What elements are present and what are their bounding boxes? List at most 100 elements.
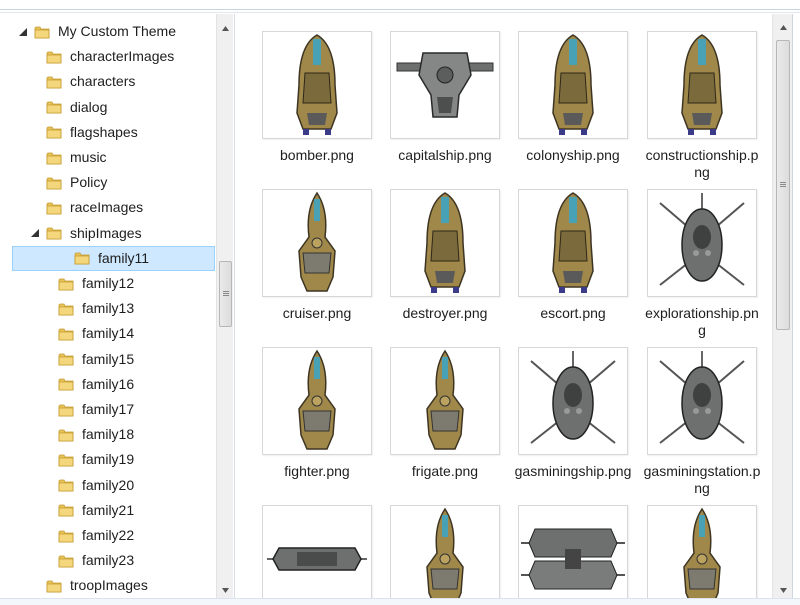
file-name: escort.png [540, 305, 606, 321]
file-thumbnail[interactable] [262, 31, 372, 139]
file-thumbnail[interactable] [518, 505, 628, 598]
file-thumbnail[interactable] [390, 347, 500, 455]
file-name: gasminingship.png [514, 463, 632, 479]
file-thumbnail[interactable] [647, 505, 757, 598]
file-thumbnail[interactable] [262, 189, 372, 297]
tree-item-label: family14 [82, 325, 135, 342]
tree-item-characters[interactable]: characters [0, 69, 216, 94]
file-name: destroyer.png [402, 305, 488, 321]
file-thumbnail[interactable] [262, 347, 372, 455]
folder-icon [58, 277, 74, 291]
tree-item-dialog[interactable]: dialog [0, 95, 216, 120]
file-thumbnail[interactable] [647, 31, 757, 139]
tree-item-label: family15 [82, 350, 135, 367]
tree-item-characterimages[interactable]: characterImages [0, 44, 216, 69]
window-top-band [0, 0, 800, 10]
tree-item-label: characters [70, 73, 136, 90]
tree-item-family15[interactable]: family15 [0, 347, 216, 372]
tree-item-label: Policy [70, 174, 108, 191]
tree-item-label: family18 [82, 426, 135, 443]
tree-item-music[interactable]: music [0, 145, 216, 170]
tree-item-label: raceImages [70, 199, 144, 216]
navigation-tree[interactable]: My Custom Theme characterImages characters… [0, 14, 216, 598]
spaceship-icon [267, 534, 367, 584]
window-bottom-band [0, 598, 800, 605]
file-thumbnail[interactable] [647, 189, 757, 297]
file-name: cruiser.png [282, 305, 352, 321]
tree-item-raceimages[interactable]: raceImages [0, 195, 216, 220]
tree-item-troopimages[interactable]: troopImages [0, 573, 216, 598]
file-thumbnail[interactable] [390, 505, 500, 598]
file-thumbnail[interactable] [518, 347, 628, 455]
tree-item-family11[interactable]: family11 [12, 245, 215, 271]
file-thumbnail[interactable] [647, 347, 757, 455]
file-name: fighter.png [284, 463, 350, 479]
tree-item-label: characterImages [70, 48, 175, 65]
scroll-down-arrow-icon[interactable] [217, 582, 234, 599]
folder-icon [58, 428, 74, 442]
folder-icon [46, 50, 62, 64]
tree-item-family20[interactable]: family20 [0, 473, 216, 498]
tree-item-family13[interactable]: family13 [0, 296, 216, 321]
folder-icon [46, 100, 62, 114]
tree-item-family17[interactable]: family17 [0, 397, 216, 422]
tree-item-family12[interactable]: family12 [0, 271, 216, 296]
expander-open-icon[interactable] [30, 228, 40, 238]
tree-scrollbar[interactable] [216, 14, 233, 598]
scroll-up-arrow-icon[interactable] [773, 19, 793, 36]
file-name: bomber.png [280, 147, 354, 163]
tree-scrollbar-thumb[interactable] [219, 261, 232, 327]
file-thumbnail[interactable] [262, 505, 372, 598]
folder-icon [58, 478, 74, 492]
tree-item-family19[interactable]: family19 [0, 447, 216, 472]
file-thumbnail[interactable] [390, 189, 500, 297]
tree-item-family21[interactable]: family21 [0, 498, 216, 523]
content-scrollbar-thumb[interactable] [776, 40, 790, 330]
tree-item-family18[interactable]: family18 [0, 422, 216, 447]
tree-item-shipimages[interactable]: shipImages [0, 221, 216, 246]
folder-icon [46, 151, 62, 165]
tree-item-label: family17 [82, 401, 135, 417]
file-thumbnail[interactable] [518, 189, 628, 297]
folder-icon [46, 226, 62, 240]
tree-item-family23[interactable]: family23 [0, 548, 216, 573]
file-thumbnail[interactable] [390, 31, 500, 139]
scroll-up-arrow-icon[interactable] [217, 20, 234, 37]
folder-icon [46, 201, 62, 215]
expander-open-icon[interactable] [18, 27, 28, 37]
file-list-pane[interactable]: bomber.png capitalship.png colonyship.png c… [235, 14, 772, 598]
tree-item-my custom theme[interactable]: My Custom Theme [0, 19, 216, 44]
tree-item-label: family19 [82, 451, 135, 468]
tree-item-label: family11 [98, 249, 150, 266]
spaceship-icon [654, 193, 750, 293]
scroll-down-arrow-icon[interactable] [773, 582, 793, 599]
spaceship-icon [415, 191, 475, 295]
tree-item-flagshapes[interactable]: flagshapes [0, 120, 216, 145]
file-name: frigate.png [411, 463, 479, 479]
tree-item-family16[interactable]: family16 [0, 372, 216, 397]
spaceship-icon [521, 519, 625, 598]
tree-item-family22[interactable]: family22 [0, 523, 216, 548]
folder-icon [46, 579, 62, 593]
tree-item-policy[interactable]: Policy [0, 170, 216, 195]
spaceship-icon [287, 33, 347, 137]
file-thumbnail[interactable] [518, 31, 628, 139]
tree-item-family14[interactable]: family14 [0, 321, 216, 346]
file-name: gasminingstation.png [643, 463, 761, 496]
folder-icon [74, 251, 90, 265]
content-scrollbar[interactable] [772, 14, 792, 598]
spaceship-icon [672, 33, 732, 137]
spaceship-icon [395, 45, 495, 125]
tree-item-label: family21 [82, 501, 135, 518]
